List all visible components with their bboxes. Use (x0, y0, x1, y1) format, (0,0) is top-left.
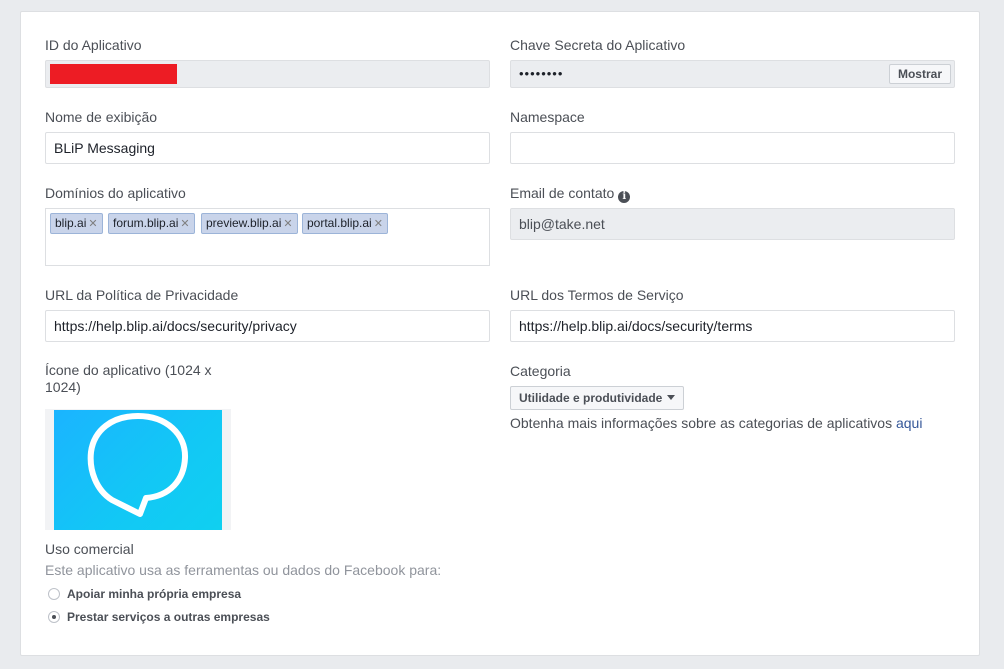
domain-tag-label: blip.ai (55, 216, 87, 230)
domain-tag: preview.blip.ai ✕ (201, 213, 298, 234)
app-id-label: ID do Aplicativo (45, 37, 142, 53)
app-domains-input[interactable]: blip.ai ✕ forum.blip.ai ✕ preview.blip.ai ✕… (45, 208, 490, 266)
namespace-input[interactable] (510, 132, 955, 164)
remove-tag-icon[interactable]: ✕ (283, 218, 292, 230)
speech-bubble-icon (87, 413, 189, 517)
category-selected: Utilidade e produtividade (519, 391, 663, 405)
category-dropdown[interactable]: Utilidade e produtividade (510, 386, 685, 410)
app-icon-label: Ícone do aplicativo (1024 x 1024) (45, 362, 212, 396)
app-secret-masked: •••••••• (519, 66, 564, 81)
contact-email-label-text: Email de contato (510, 185, 615, 201)
remove-tag-icon[interactable]: ✕ (180, 218, 189, 230)
radio-own-business-label[interactable]: Apoiar minha própria empresa (67, 587, 241, 601)
domain-tag: portal.blip.ai ✕ (302, 213, 388, 234)
business-use-label: Uso comercial (45, 541, 134, 557)
category-help-link[interactable]: aqui (896, 415, 922, 431)
business-use-description: Este aplicativo usa as ferramentas ou da… (45, 562, 442, 578)
app-id-field (45, 60, 490, 88)
app-icon-label-line1: Ícone do aplicativo (1024 x (45, 362, 212, 378)
app-domains-label: Domínios do aplicativo (45, 185, 186, 201)
category-help-text: Obtenha mais informações sobre as catego… (510, 415, 893, 431)
namespace-label: Namespace (510, 109, 585, 125)
display-name-input[interactable]: BLiP Messaging (45, 132, 490, 164)
contact-email-label: Email de contato i (510, 185, 631, 203)
privacy-url-input[interactable]: https://help.blip.ai/docs/security/priva… (45, 310, 490, 342)
remove-tag-icon[interactable]: ✕ (374, 218, 383, 230)
radio-other-businesses-label[interactable]: Prestar serviços a outras empresas (67, 610, 270, 624)
domain-tag: blip.ai ✕ (50, 213, 103, 234)
radio-other-businesses[interactable] (48, 611, 60, 623)
domain-tag-label: portal.blip.ai (307, 216, 372, 230)
show-secret-button[interactable]: Mostrar (888, 64, 951, 84)
display-name-label: Nome de exibição (45, 109, 158, 125)
domain-tag-label: preview.blip.ai (206, 216, 282, 230)
category-label: Categoria (510, 363, 571, 379)
domain-tag: forum.blip.ai ✕ (108, 213, 195, 234)
terms-url-input[interactable]: https://help.blip.ai/docs/security/terms (510, 310, 955, 342)
app-icon-upload[interactable] (54, 410, 222, 530)
redacted-app-id (50, 64, 177, 84)
privacy-url-label: URL da Política de Privacidade (45, 287, 239, 303)
app-secret-label: Chave Secreta do Aplicativo (510, 37, 686, 53)
radio-own-business[interactable] (48, 588, 60, 600)
category-help: Obtenha mais informações sobre as catego… (510, 415, 922, 432)
contact-email-field: blip@take.net (510, 208, 955, 240)
info-icon[interactable]: i (618, 191, 631, 203)
domain-tag-label: forum.blip.ai (113, 216, 179, 230)
app-icon-label-line2: 1024) (45, 379, 81, 395)
app-secret-field: •••••••• Mostrar (510, 60, 955, 88)
terms-url-label: URL dos Termos de Serviço (510, 287, 684, 303)
remove-tag-icon[interactable]: ✕ (88, 218, 97, 230)
caret-down-icon (667, 395, 676, 400)
